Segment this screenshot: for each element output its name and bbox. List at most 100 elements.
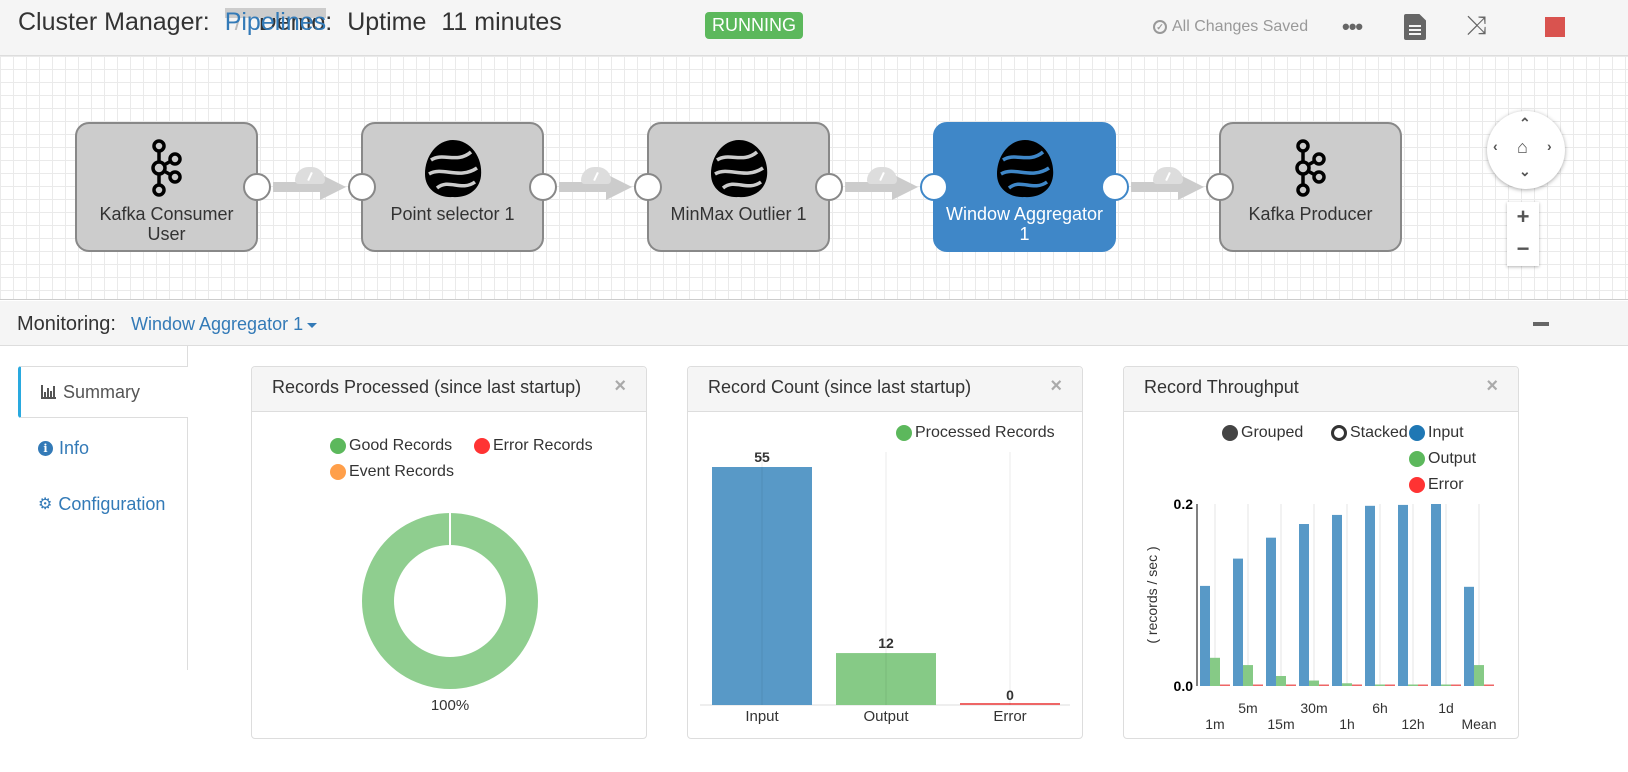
x-tick-label: Mean (1461, 716, 1496, 732)
bar[interactable] (1352, 684, 1362, 687)
shuffle-icon[interactable]: ⤨ (1466, 10, 1487, 42)
gauge-icon[interactable] (867, 167, 897, 184)
x-tick-label: Error (993, 708, 1026, 725)
bar[interactable] (1408, 684, 1418, 687)
zoom-in-button[interactable]: + (1507, 202, 1539, 234)
pan-down-icon[interactable]: ⌄ (1519, 163, 1531, 180)
record-throughput-panel: Record Throughput × Grouped Stacked Inpu… (1123, 366, 1519, 739)
bar[interactable] (1319, 684, 1329, 687)
close-icon[interactable]: × (1050, 375, 1062, 398)
bar[interactable] (1484, 684, 1494, 687)
bar[interactable] (1365, 505, 1375, 686)
x-tick-label: 1m (1205, 716, 1224, 732)
gauge-icon[interactable] (1153, 167, 1183, 184)
pipeline-node[interactable]: MinMax Outlier 1 (634, 122, 843, 252)
bar[interactable] (1253, 684, 1263, 687)
tab-summary[interactable]: Summary (18, 366, 188, 418)
processor-icon (993, 138, 1057, 198)
bar[interactable] (1266, 537, 1276, 686)
bar-value-label: 12 (878, 635, 894, 651)
stop-pipeline-button[interactable] (1545, 17, 1565, 37)
bar[interactable] (1342, 683, 1352, 686)
gear-icon: ⚙ (38, 496, 53, 513)
zoom-out-button[interactable]: − (1507, 234, 1539, 266)
node-label: Point selector 1 (390, 204, 515, 224)
bar[interactable] (1375, 684, 1385, 687)
records-processed-panel: Records Processed (since last startup) ×… (251, 366, 647, 739)
bar[interactable] (1309, 680, 1319, 686)
more-options-icon[interactable]: ••• (1342, 14, 1363, 40)
pan-right-icon[interactable]: › (1547, 138, 1552, 154)
bar[interactable] (1286, 684, 1296, 687)
pipeline-node[interactable]: Point selector 1 (348, 122, 557, 252)
close-icon[interactable]: × (1486, 375, 1498, 398)
save-status: ✓ All Changes Saved (1153, 18, 1308, 36)
output-port[interactable] (815, 173, 843, 201)
close-icon[interactable]: × (614, 375, 626, 398)
app-title: Cluster Manager: (18, 8, 210, 36)
tab-configuration[interactable]: ⚙ Configuration (18, 478, 188, 530)
x-tick-label: 6h (1372, 700, 1388, 716)
pan-up-icon[interactable]: ⌃ (1519, 115, 1531, 132)
pipeline-node[interactable]: Kafka Consumer User (75, 122, 271, 252)
gauge-icon[interactable] (581, 167, 611, 184)
breadcrumb: Cluster Manager: Pipelines / Demo: Uptim… (18, 8, 562, 37)
gauge-icon[interactable] (295, 167, 325, 184)
output-port[interactable] (1101, 173, 1129, 201)
pipeline-canvas[interactable]: Kafka Consumer User Point selector 1 MinMa… (0, 56, 1628, 300)
stage-selector-value: Window Aggregator 1 (131, 314, 304, 334)
pipeline-node[interactable]: Window Aggregator 1 (920, 122, 1129, 252)
input-port[interactable] (920, 173, 948, 201)
bar[interactable] (1200, 585, 1210, 686)
tab-info-label: Info (59, 437, 90, 458)
pipeline-node[interactable]: Kafka Producer (1206, 122, 1402, 252)
bar[interactable] (1332, 514, 1342, 686)
top-header: Cluster Manager: Pipelines / Demo: Uptim… (0, 0, 1628, 56)
caret-down-icon (307, 322, 318, 328)
bar[interactable] (1418, 684, 1428, 687)
output-port[interactable] (243, 173, 271, 201)
bar[interactable] (1474, 665, 1484, 686)
bar[interactable] (1398, 504, 1408, 686)
bar[interactable] (1220, 684, 1230, 687)
tab-configuration-label: Configuration (58, 493, 166, 514)
input-port[interactable] (634, 173, 662, 201)
bar[interactable] (1441, 684, 1451, 687)
x-tick-label: 12h (1401, 716, 1424, 732)
pan-navigator: ⌃ ⌄ ‹ › ⌂ (1487, 111, 1565, 189)
bar[interactable] (1385, 684, 1395, 687)
bar[interactable] (1276, 675, 1286, 686)
stage-selector[interactable]: Window Aggregator 1 (131, 314, 318, 335)
node-label: Kafka Producer (1248, 204, 1373, 224)
node-label: Kafka Consumer User (99, 204, 234, 244)
panel-header: Record Throughput × (1124, 367, 1518, 412)
bar[interactable] (1451, 684, 1461, 687)
bar[interactable] (1431, 504, 1441, 686)
pan-left-icon[interactable]: ‹ (1493, 138, 1498, 154)
input-port[interactable] (348, 173, 376, 201)
x-tick-label: Output (863, 708, 909, 725)
bar-value-label: 55 (754, 449, 770, 465)
record-count-chart: 55 Input 12 Output 0 Error (700, 449, 1070, 725)
bar[interactable] (1243, 665, 1253, 686)
bar[interactable] (1464, 586, 1474, 686)
home-icon[interactable]: ⌂ (1517, 137, 1528, 158)
collapse-panel-icon[interactable] (1533, 322, 1549, 326)
output-port[interactable] (529, 173, 557, 201)
uptime-label: Uptime (347, 8, 427, 36)
input-port[interactable] (1206, 173, 1234, 201)
panel-title: Records Processed (since last startup) (272, 377, 582, 397)
bar[interactable] (1210, 657, 1220, 686)
document-icon[interactable] (1404, 14, 1426, 40)
records-donut-chart: 100% (361, 513, 538, 714)
pipelines-link[interactable]: Pipelines (224, 8, 327, 36)
pie-percent-label: 100% (431, 697, 469, 714)
panel-title: Record Count (since last startup) (708, 377, 972, 397)
x-tick-label: 1d (1438, 700, 1454, 716)
y-tick-label: 0.2 (1174, 496, 1194, 512)
bar[interactable] (1299, 524, 1309, 686)
bar[interactable] (1233, 558, 1243, 686)
tab-info[interactable]: i Info (18, 422, 188, 474)
node-label: MinMax Outlier 1 (670, 204, 807, 224)
record-count-panel: Record Count (since last startup) × Proc… (687, 366, 1083, 739)
